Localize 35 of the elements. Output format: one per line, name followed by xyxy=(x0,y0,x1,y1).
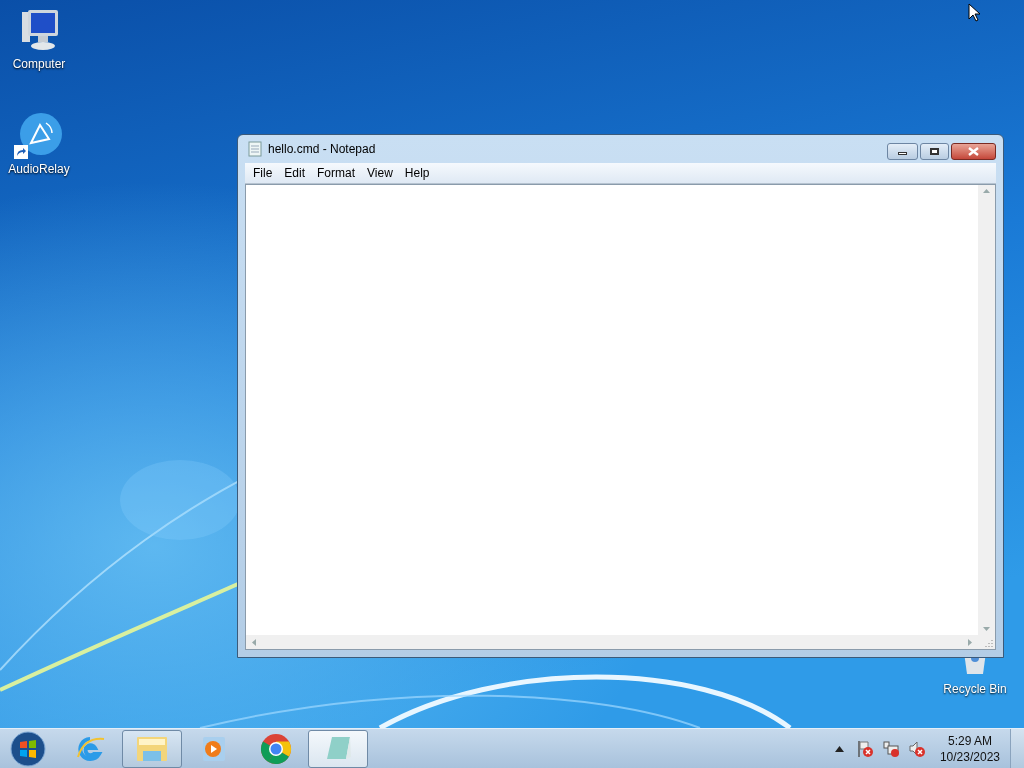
network-error-icon[interactable] xyxy=(881,739,900,758)
scroll-left-icon xyxy=(252,638,256,646)
speaker-muted-icon[interactable] xyxy=(907,739,926,758)
show-desktop-button[interactable] xyxy=(1010,729,1024,768)
desktop-icon-label[interactable]: AudioRelay xyxy=(8,160,70,178)
start-button[interactable] xyxy=(8,730,48,767)
mouse-pointer-icon xyxy=(968,3,980,22)
window-title: hello.cmd - Notepad xyxy=(268,141,376,158)
notepad-icon xyxy=(248,141,262,157)
scroll-up-icon xyxy=(983,189,990,193)
resize-grip-icon[interactable] xyxy=(984,638,993,647)
vertical-scrollbar[interactable] xyxy=(978,185,995,635)
close-icon xyxy=(968,147,979,156)
menu-item[interactable]: File xyxy=(247,164,279,182)
scroll-right-icon xyxy=(968,638,972,646)
action-center-error-icon[interactable] xyxy=(855,739,874,758)
menu-item[interactable]: Format xyxy=(311,164,362,182)
chrome-icon xyxy=(260,732,292,765)
scroll-down-icon xyxy=(983,627,990,631)
windows-logo-icon xyxy=(10,730,46,767)
minimize-icon xyxy=(898,152,907,155)
show-hidden-icons-icon[interactable] xyxy=(834,745,844,752)
minimize-button[interactable] xyxy=(887,143,918,160)
clock-time[interactable]: 5:29 AM xyxy=(947,732,992,749)
desktop-icon-label[interactable]: Computer xyxy=(12,55,66,73)
taskbar-button[interactable] xyxy=(308,729,368,768)
menu-item[interactable]: View xyxy=(361,164,399,182)
maximize-button[interactable] xyxy=(920,143,949,160)
clock-date[interactable]: 10/23/2023 xyxy=(939,748,1000,765)
menu-item[interactable]: Edit xyxy=(278,164,312,182)
taskbar-button[interactable] xyxy=(122,729,182,768)
menu-item[interactable]: Help xyxy=(398,164,436,182)
maximize-icon xyxy=(930,148,939,155)
horizontal-scrollbar[interactable] xyxy=(246,635,978,649)
close-button[interactable] xyxy=(951,143,996,160)
